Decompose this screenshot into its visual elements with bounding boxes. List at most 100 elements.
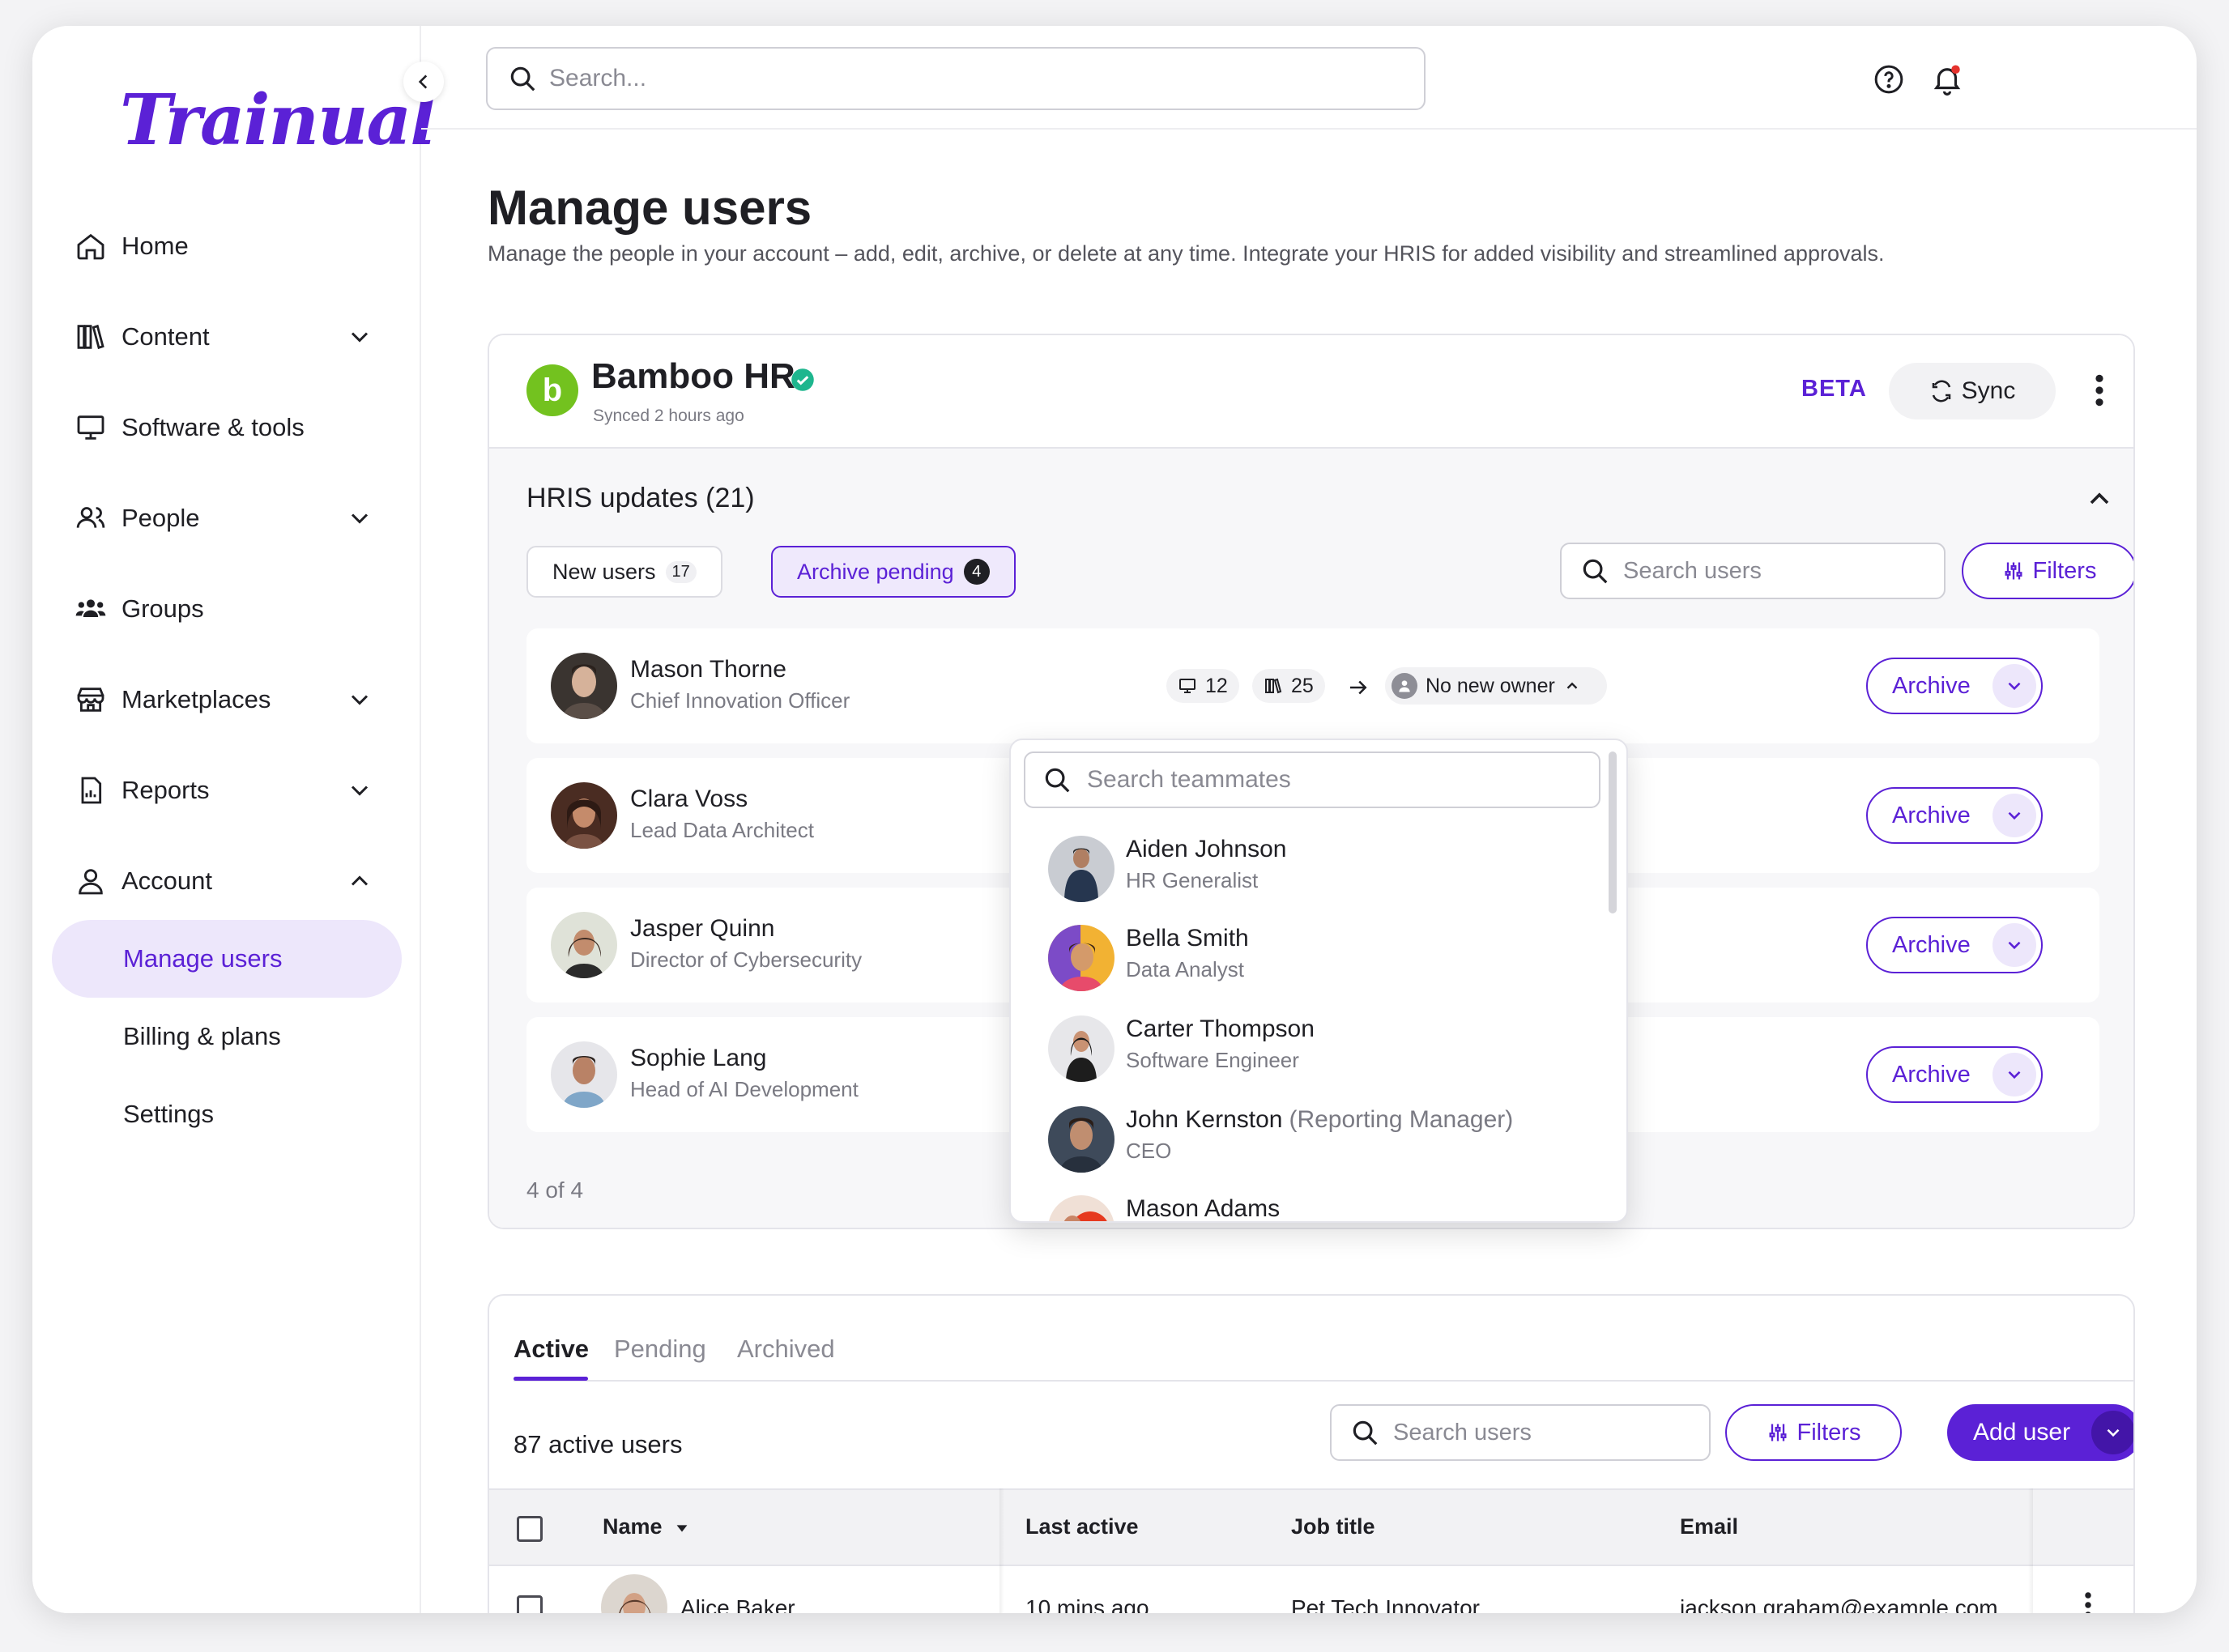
sidebar-item-reports[interactable]: Reports — [73, 758, 413, 823]
sliders-icon — [1769, 1424, 1787, 1441]
hris-search-input[interactable]: Search users — [1560, 543, 1946, 599]
teammate-option[interactable]: Bella Smith Data Analyst — [1048, 913, 1583, 994]
chevron-down-icon[interactable] — [2091, 1411, 2133, 1454]
sidebar-item-label: Reports — [121, 776, 210, 804]
sort-down-icon — [676, 1525, 688, 1532]
teammate-title: Software Engineer — [1126, 1048, 1299, 1072]
tab-archived[interactable]: Archived — [737, 1335, 835, 1364]
sidebar-item-content[interactable]: Content — [73, 304, 413, 369]
user-name: Sophie Lang — [630, 1045, 767, 1071]
users-table-card: Active Pending Archived 87 active users … — [488, 1294, 2135, 1613]
add-user-button[interactable]: Add user — [1947, 1404, 2133, 1461]
tab-label: New users — [552, 559, 656, 584]
chevron-down-icon — [351, 332, 369, 343]
content-count-badge: 25 — [1252, 669, 1325, 703]
count-badge: 4 — [963, 559, 990, 585]
name-text: Carter Thompson — [1126, 1015, 1315, 1042]
global-search-input[interactable]: Search... — [486, 47, 1426, 110]
archive-button[interactable]: Archive — [1866, 1046, 2043, 1103]
page-title: Manage users — [488, 181, 812, 235]
sync-timestamp: Synced 2 hours ago — [593, 407, 744, 425]
sidebar-item-people[interactable]: People — [73, 486, 413, 551]
help-icon[interactable] — [1871, 62, 1907, 97]
column-divider — [2028, 1488, 2033, 1613]
chevron-down-icon[interactable] — [1992, 1053, 2036, 1096]
archive-button[interactable]: Archive — [1866, 787, 2043, 844]
collapse-sidebar-button[interactable] — [403, 62, 444, 102]
avatar — [551, 782, 617, 849]
teammate-option[interactable]: Mason Adams — [1048, 1184, 1583, 1222]
search-icon — [1583, 559, 1608, 584]
avatar — [601, 1574, 667, 1613]
tab-active[interactable]: Active — [514, 1335, 589, 1364]
archive-label: Archive — [1892, 802, 1971, 828]
last-active: 10 mins ago — [1025, 1595, 1149, 1613]
filters-label: Filters — [2032, 557, 2097, 584]
table-header: Name Last active Job title Email — [489, 1488, 2133, 1566]
archive-button[interactable]: Archive — [1866, 917, 2043, 973]
books-icon — [1265, 678, 1282, 694]
avatar — [551, 653, 617, 719]
beta-badge: BETA — [1801, 376, 1867, 402]
user-name: Jasper Quinn — [630, 915, 775, 942]
scrollbar[interactable] — [1609, 751, 1617, 913]
users-search-input[interactable]: Search users — [1330, 1404, 1711, 1461]
sidebar-subitem-billing-plans[interactable]: Billing & plans — [52, 998, 402, 1075]
bell-icon[interactable] — [1929, 62, 1965, 97]
chevron-down-icon[interactable] — [1992, 794, 2036, 837]
users-filters-button[interactable]: Filters — [1725, 1404, 1902, 1461]
teammate-title: CEO — [1126, 1139, 1172, 1163]
chevron-down-icon[interactable] — [1992, 923, 2036, 967]
owner-label: No new owner — [1426, 674, 1555, 697]
sidebar-item-home[interactable]: Home — [73, 214, 413, 279]
column-header-email[interactable]: Email — [1680, 1514, 1738, 1539]
name-text: John Kernston — [1126, 1106, 1283, 1133]
tabs-divider — [514, 1380, 2133, 1382]
teammate-name: Carter Thompson — [1126, 1015, 1315, 1043]
name-text: Mason Adams — [1126, 1195, 1281, 1222]
column-header-job-title[interactable]: Job title — [1291, 1514, 1375, 1539]
sidebar-item-label: Content — [121, 322, 210, 351]
teammate-option[interactable]: Carter Thompson Software Engineer — [1048, 1004, 1583, 1085]
teammate-search-input[interactable]: Search teammates — [1024, 751, 1600, 808]
trainual-logo[interactable]: Trainual — [120, 79, 437, 161]
user-title: Director of Cybersecurity — [630, 947, 863, 972]
user-name[interactable]: Alice Baker — [680, 1595, 795, 1613]
more-options-icon[interactable] — [2091, 373, 2108, 408]
search-placeholder: Search teammates — [1087, 766, 1291, 793]
archive-button[interactable]: Archive — [1866, 658, 2043, 714]
new-owner-select[interactable]: No new owner — [1385, 667, 1607, 705]
search-placeholder: Search users — [1393, 1419, 1532, 1446]
avatar — [1048, 1015, 1114, 1082]
sidebar-item-label: People — [121, 504, 200, 532]
sidebar-subitem-settings[interactable]: Settings — [52, 1075, 402, 1153]
search-placeholder: Search... — [549, 65, 647, 92]
teammate-option[interactable]: John Kernston (Reporting Manager) CEO — [1048, 1095, 1583, 1176]
chevron-down-icon[interactable] — [1992, 664, 2036, 708]
sidebar-item-groups[interactable]: Groups — [73, 577, 413, 641]
column-header-name[interactable]: Name — [603, 1514, 691, 1539]
more-options-icon[interactable] — [2083, 1587, 2093, 1613]
avatar — [551, 1041, 617, 1108]
hris-filters-button[interactable]: Filters — [1962, 543, 2133, 599]
avatar — [1048, 836, 1114, 902]
column-header-last-active[interactable]: Last active — [1025, 1514, 1139, 1539]
chevron-left-icon — [418, 75, 428, 89]
sync-button[interactable]: Sync — [1889, 363, 2056, 419]
select-all-checkbox[interactable] — [517, 1516, 543, 1542]
sidebar-item-account[interactable]: Account — [73, 849, 413, 913]
chevron-up-icon[interactable] — [2083, 483, 2116, 515]
row-checkbox[interactable] — [517, 1595, 543, 1613]
tab-new-users[interactable]: New users 17 — [526, 546, 722, 598]
tab-pending[interactable]: Pending — [614, 1335, 706, 1364]
sidebar-subitem-manage-users[interactable]: Manage users — [52, 920, 402, 998]
user-title: Lead Data Architect — [630, 818, 814, 842]
active-users-count: 87 active users — [514, 1430, 683, 1458]
user-placeholder-icon — [1392, 673, 1417, 699]
teammate-name: Bella Smith — [1126, 925, 1249, 952]
sidebar-item-marketplaces[interactable]: Marketplaces — [73, 667, 413, 732]
tab-archive-pending[interactable]: Archive pending 4 — [771, 546, 1016, 598]
sidebar-item-software-tools[interactable]: Software & tools — [73, 395, 413, 460]
user-name: Clara Voss — [630, 786, 748, 812]
teammate-option[interactable]: Aiden Johnson HR Generalist — [1048, 824, 1583, 905]
